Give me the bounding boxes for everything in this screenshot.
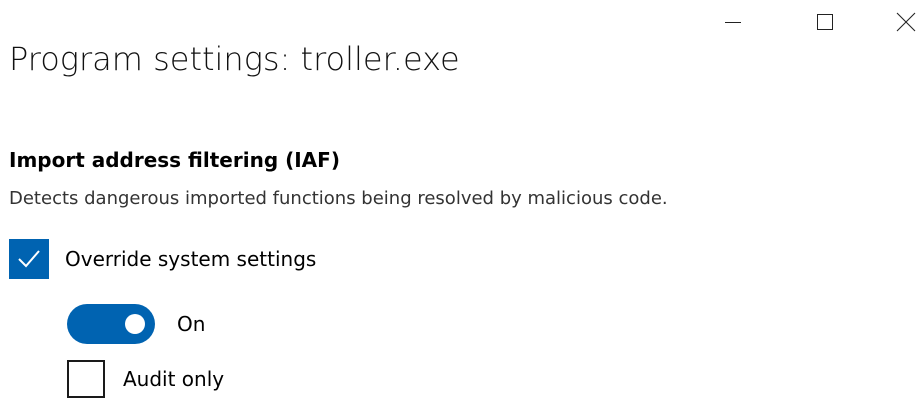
maximize-icon bbox=[817, 14, 833, 30]
override-system-settings-label: Override system settings bbox=[65, 247, 317, 271]
audit-only-label: Audit only bbox=[123, 367, 225, 391]
audit-only-checkbox[interactable] bbox=[67, 360, 105, 398]
toggle-knob bbox=[125, 314, 145, 334]
page-title: Program settings: troller.exe bbox=[9, 40, 460, 78]
section-title: Import address filtering (IAF) bbox=[9, 148, 340, 172]
window-caption-buttons bbox=[687, 0, 919, 44]
close-button[interactable] bbox=[871, 0, 919, 44]
on-toggle-row[interactable]: On bbox=[67, 304, 205, 344]
override-system-settings-row[interactable]: Override system settings bbox=[9, 239, 316, 279]
on-off-toggle-switch[interactable] bbox=[67, 304, 155, 344]
section-description: Detects dangerous imported functions bei… bbox=[9, 188, 668, 209]
close-icon bbox=[896, 12, 916, 32]
audit-only-row[interactable]: Audit only bbox=[67, 360, 224, 398]
maximize-button[interactable] bbox=[779, 0, 871, 44]
override-system-settings-checkbox[interactable] bbox=[9, 239, 49, 279]
checkmark-icon bbox=[18, 250, 40, 268]
minimize-button[interactable] bbox=[687, 0, 779, 44]
toggle-state-label: On bbox=[177, 312, 206, 336]
minimize-icon bbox=[725, 22, 741, 23]
